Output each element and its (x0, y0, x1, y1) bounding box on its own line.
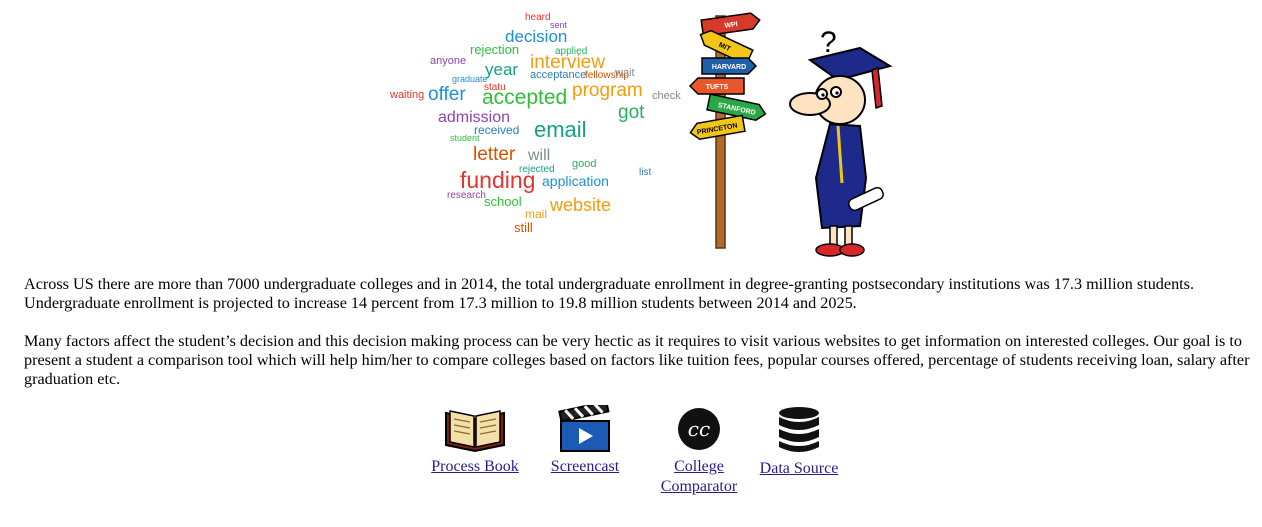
word-cloud-word: school (484, 194, 522, 209)
signpost-sign-label: TUFTS (706, 84, 729, 91)
word-cloud-word: list (639, 167, 651, 178)
word-cloud-word: applied (555, 46, 587, 57)
clapperboard-icon (558, 405, 610, 452)
confused-student-character: ? (789, 26, 893, 257)
word-cloud-word: rejection (470, 42, 519, 57)
word-cloud-word: will (527, 147, 550, 164)
college-comparator-link[interactable]: College Comparator (661, 458, 737, 495)
hero-illustration: hearddecisionrejectioninterviewanyone yea… (390, 10, 893, 258)
word-cloud-word: graduate (452, 74, 488, 84)
open-book-icon (445, 410, 505, 453)
intro-paragraph-goal: Many factors affect the student’s decisi… (24, 332, 1250, 388)
word-cloud-word: anyone (430, 55, 466, 67)
word-cloud-word: received (474, 123, 519, 137)
screencast-link[interactable]: Screencast (551, 458, 619, 475)
word-cloud-word: year (485, 60, 518, 79)
word-cloud-word: good (572, 158, 596, 170)
signpost-sign: TUFTS (688, 77, 745, 95)
intro-paragraph-enrollment: Across US there are more than 7000 under… (24, 275, 1195, 312)
word-cloud-word: still (514, 220, 533, 235)
word-cloud-word: email (534, 117, 587, 142)
word-cloud-word: sent (550, 20, 568, 30)
word-cloud-word: mail (525, 207, 547, 221)
signpost-sign: PRINCETON (689, 114, 746, 140)
signpost: WPIMITHARVARDTUFTSSTANFORDPRINCETON (688, 12, 767, 249)
word-cloud-word: student (450, 133, 480, 143)
college-comparator-label-line1: College (674, 458, 724, 475)
screencast-link-item[interactable]: Screencast (530, 405, 640, 477)
word-cloud-word: rejected (519, 164, 555, 175)
word-cloud-word: heard (525, 12, 551, 23)
process-book-link[interactable]: Process Book (431, 458, 519, 475)
signpost-sign: HARVARD (701, 57, 758, 75)
svg-text:cc: cc (688, 417, 710, 441)
word-cloud-word: waiting (390, 89, 424, 101)
signpost-sign-label: HARVARD (712, 64, 746, 71)
graduation-cap-word-cloud: hearddecisionrejectioninterviewanyone yea… (390, 10, 700, 258)
process-book-link-item[interactable]: Process Book (420, 405, 530, 477)
college-comparator-link-item[interactable]: cc College Comparator (644, 405, 754, 497)
word-cloud-word: got (618, 102, 645, 123)
college-comparator-label-line2: Comparator (660, 478, 738, 495)
word-cloud-word: wait (614, 67, 635, 79)
word-cloud-word: letter (473, 144, 516, 165)
word-cloud-word: check (652, 90, 681, 102)
word-cloud-word: website (549, 195, 611, 215)
data-source-link[interactable]: Data Source (760, 460, 839, 477)
signpost-signs: WPIMITHARVARDTUFTSSTANFORDPRINCETON (688, 12, 767, 140)
word-cloud-word: application (542, 173, 609, 189)
word-cloud-word: offer (428, 84, 466, 105)
word-cloud-word: research (447, 190, 486, 201)
data-source-link-item[interactable]: Data Source (744, 405, 854, 479)
word-cloud-word: program (572, 80, 643, 101)
cc-logo-icon: cc (678, 408, 720, 450)
database-icon (779, 407, 819, 452)
